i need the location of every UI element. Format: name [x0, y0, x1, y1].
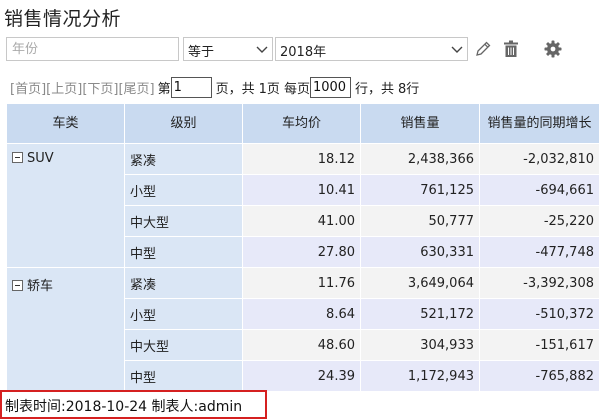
avg-price-cell: 41.00	[242, 205, 361, 237]
category-cell: SUV	[6, 143, 125, 268]
chevron-down-icon	[451, 46, 463, 53]
header-avg-price[interactable]: 车均价	[242, 103, 361, 144]
gear-icon	[544, 40, 562, 58]
header-sales[interactable]: 销售量	[360, 103, 480, 144]
operator-value: 等于	[188, 45, 215, 60]
table-row: 轿车 紧凑 11.76 3,649,064 -3,392,308	[6, 267, 600, 392]
value-select[interactable]: 2018年	[275, 37, 468, 61]
chevron-down-icon	[256, 46, 268, 53]
sales-cell: 50,777	[360, 205, 480, 237]
avg-price-cell: 24.39	[242, 360, 361, 392]
sales-cell: 304,933	[360, 329, 480, 361]
collapse-toggle-icon[interactable]	[12, 280, 23, 291]
sales-cell: 630,331	[360, 236, 480, 268]
edit-button[interactable]	[472, 37, 494, 61]
sales-cell: 761,125	[360, 174, 480, 206]
total-pages: 1页	[258, 81, 280, 97]
page-prefix: 第	[157, 81, 171, 97]
yoy-cell: -477,748	[479, 236, 600, 268]
pagination-bar: [首页] [上页] [下页] [尾页] 第 页，共 1页 每页 行，共 8行	[10, 76, 419, 98]
level-cell: 紧凑	[124, 143, 243, 175]
next-page-link[interactable]: [下页]	[82, 78, 118, 97]
first-page-link[interactable]: [首页]	[10, 78, 46, 97]
avg-price-cell: 8.64	[242, 298, 361, 330]
category-label: SUV	[27, 151, 54, 166]
table-row: SUV 紧凑 18.12 2,438,366 -2,032,810	[6, 143, 600, 268]
avg-price-cell: 10.41	[242, 174, 361, 206]
page-title: 销售情况分析	[4, 8, 122, 30]
level-cell: 中型	[124, 360, 243, 392]
table-header-row: 车类 级别 车均价 销售量 销售量的同期增长	[6, 103, 600, 144]
last-page-link[interactable]: [尾页]	[118, 78, 154, 97]
settings-button[interactable]	[542, 37, 564, 61]
size-suffix: 行，共	[354, 81, 394, 97]
value-text: 2018年	[280, 45, 327, 60]
avg-price-cell: 48.60	[242, 329, 361, 361]
yoy-cell: -151,617	[479, 329, 600, 361]
delete-button[interactable]	[500, 37, 522, 61]
sales-cell: 1,172,943	[360, 360, 480, 392]
avg-price-cell: 11.76	[242, 267, 361, 299]
level-cell: 小型	[124, 298, 243, 330]
page-size-input[interactable]	[309, 76, 351, 98]
prev-page-link[interactable]: [上页]	[46, 78, 82, 97]
level-cell: 小型	[124, 174, 243, 206]
category-label: 轿车	[27, 279, 54, 294]
header-yoy-growth[interactable]: 销售量的同期增长	[479, 103, 600, 144]
yoy-cell: -3,392,308	[479, 267, 600, 299]
pencil-icon	[476, 41, 491, 56]
level-cell: 紧凑	[124, 267, 243, 299]
level-cell: 中型	[124, 236, 243, 268]
yoy-cell: -694,661	[479, 174, 600, 206]
operator-select[interactable]: 等于	[183, 37, 273, 61]
category-cell: 轿车	[6, 267, 125, 392]
page-number-input[interactable]	[170, 76, 212, 98]
sales-table: 车类 级别 车均价 销售量 销售量的同期增长 SUV 紧凑 18.12 2,43…	[6, 103, 600, 392]
size-prefix: 每页	[283, 81, 310, 97]
field-input[interactable]	[6, 37, 179, 61]
trash-icon	[504, 40, 518, 57]
total-rows: 8行	[397, 81, 420, 97]
yoy-cell: -510,372	[479, 298, 600, 330]
yoy-cell: -2,032,810	[479, 143, 600, 175]
avg-price-cell: 18.12	[242, 143, 361, 175]
sales-cell: 3,649,064	[360, 267, 480, 299]
collapse-toggle-icon[interactable]	[12, 152, 23, 163]
sales-cell: 2,438,366	[360, 143, 480, 175]
page-suffix: 页，共	[215, 81, 255, 97]
avg-price-cell: 27.80	[242, 236, 361, 268]
sales-cell: 521,172	[360, 298, 480, 330]
report-footer: 制表时间:2018-10-24 制表人:admin	[0, 390, 267, 419]
header-level[interactable]: 级别	[124, 103, 243, 144]
header-category[interactable]: 车类	[6, 103, 125, 144]
yoy-cell: -25,220	[479, 205, 600, 237]
level-cell: 中大型	[124, 329, 243, 361]
filter-row: 等于 2018年	[0, 37, 611, 61]
level-cell: 中大型	[124, 205, 243, 237]
yoy-cell: -765,882	[479, 360, 600, 392]
